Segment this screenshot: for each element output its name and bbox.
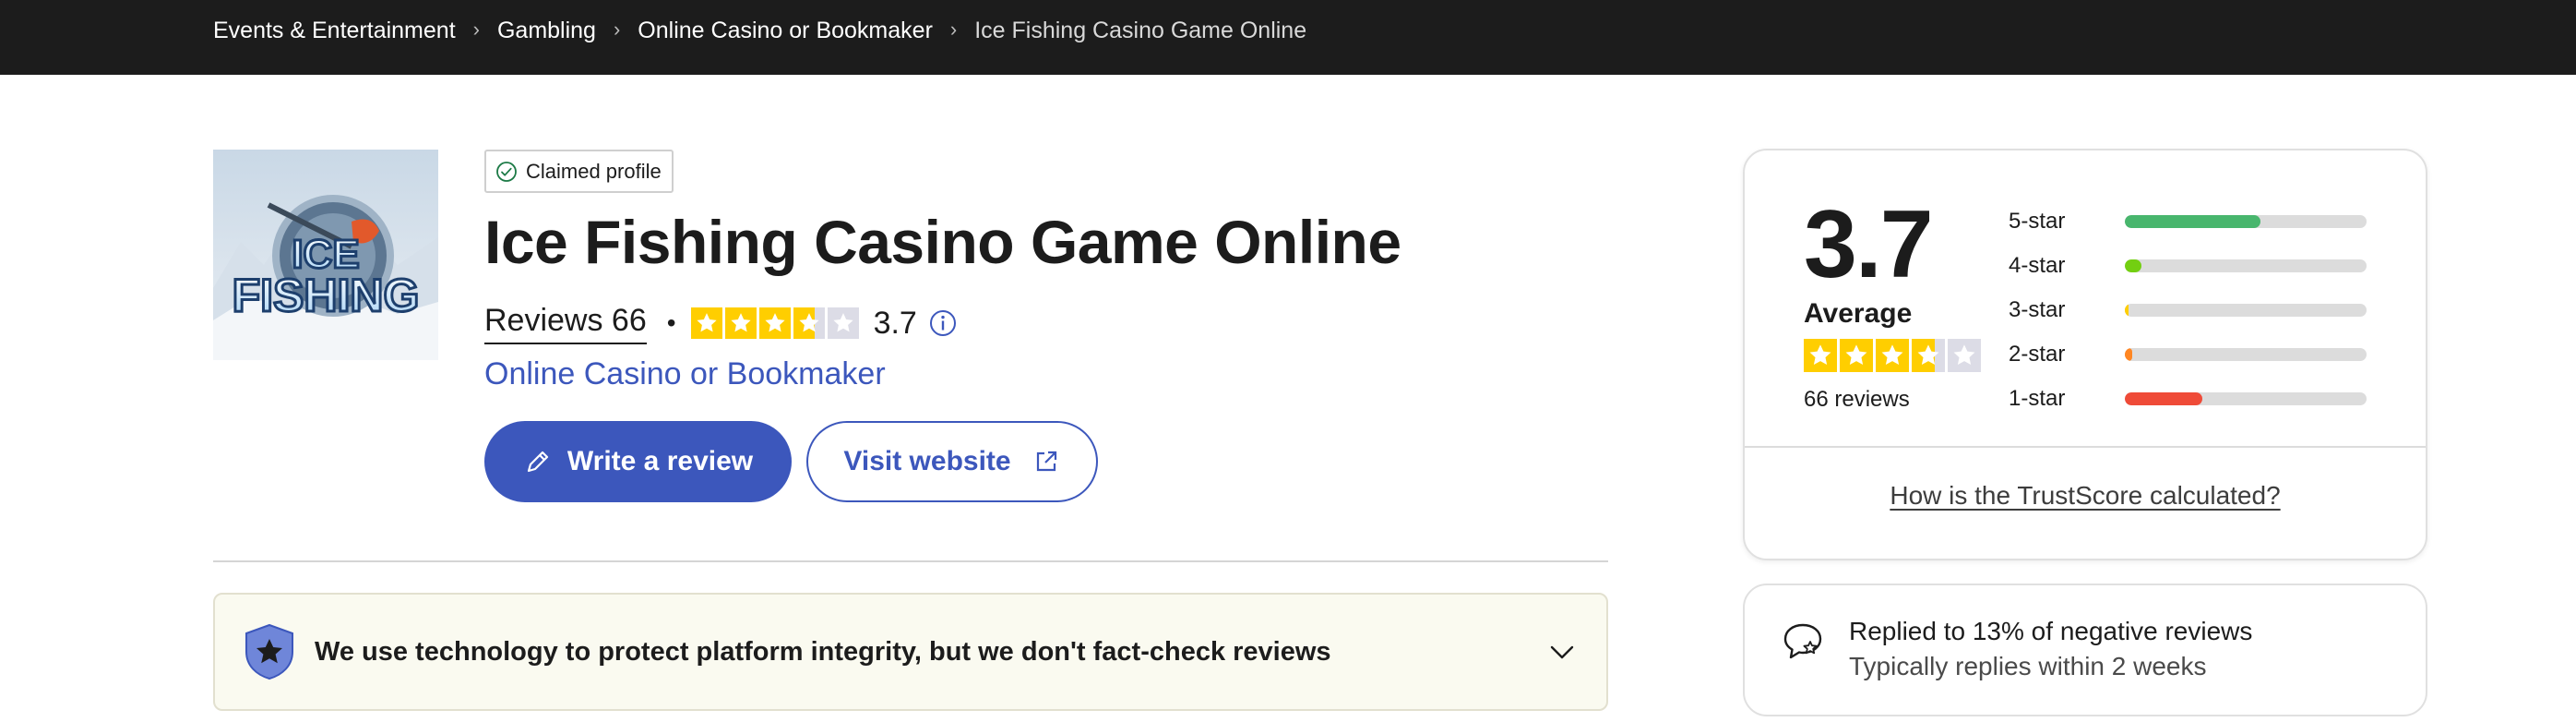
rating-score: 3.7 <box>873 305 917 341</box>
logo-text-fishing: FISHING <box>233 270 420 321</box>
chat-bubble-star-icon <box>1783 623 1822 659</box>
visit-website-label: Visit website <box>843 446 1011 476</box>
distribution-row-4-star[interactable]: 4-star <box>2009 252 2396 280</box>
distribution-label: 2-star <box>2009 342 2066 367</box>
pencil-icon <box>527 451 548 473</box>
claimed-profile-label: Claimed profile <box>526 159 662 183</box>
chevron-right-icon: › <box>949 18 958 41</box>
distribution-bar-track <box>2125 304 2367 317</box>
top-bar: Events & Entertainment › Gambling › Onli… <box>0 0 2576 75</box>
breadcrumb-item-current: Ice Fishing Casino Game Online <box>974 17 1307 43</box>
rating-summary: Reviews 66 • 3.7 <box>484 295 958 351</box>
star-icon <box>690 307 722 339</box>
distribution-label: 4-star <box>2009 253 2066 278</box>
external-link-icon <box>1036 451 1056 472</box>
check-circle-icon <box>496 161 517 182</box>
distribution-bar-track <box>2125 392 2367 405</box>
star-icon <box>793 307 825 339</box>
chevron-down-icon[interactable] <box>1548 638 1576 666</box>
info-icon[interactable] <box>928 308 958 338</box>
star-icon <box>1876 339 1909 372</box>
distribution-bar-fill <box>2125 348 2132 361</box>
reviews-count-link[interactable]: Reviews 66 <box>484 303 647 344</box>
trustscore-value: 3.7 <box>1804 191 1934 298</box>
reply-time-text: Typically replies within 2 weeks <box>1849 652 2207 680</box>
section-divider <box>213 560 1608 562</box>
trustscore-info-link[interactable]: How is the TrustScore calculated? <box>1745 481 2426 511</box>
breadcrumb: Events & Entertainment › Gambling › Onli… <box>213 0 1306 61</box>
star-icon <box>1912 339 1945 372</box>
trustscore-stars <box>1804 339 1981 372</box>
star-icon <box>758 307 791 339</box>
distribution-label: 3-star <box>2009 297 2066 322</box>
claimed-profile-badge[interactable]: Claimed profile <box>484 150 674 193</box>
company-logo: ICE FISHING <box>213 150 438 360</box>
distribution-bar-track <box>2125 215 2367 228</box>
distribution-row-2-star[interactable]: 2-star <box>2009 341 2396 368</box>
distribution-bar-fill <box>2125 215 2260 228</box>
trustscore-label: Average <box>1804 298 1913 329</box>
distribution-label: 1-star <box>2009 386 2066 411</box>
reply-rate-text: Replied to 13% of negative reviews <box>1849 617 2253 645</box>
breadcrumb-item-events[interactable]: Events & Entertainment <box>213 18 456 44</box>
distribution-bar-track <box>2125 348 2367 361</box>
chevron-right-icon: › <box>472 18 480 41</box>
breadcrumb-item-gambling[interactable]: Gambling <box>497 18 596 44</box>
distribution-bar-fill <box>2125 259 2142 272</box>
distribution-row-5-star[interactable]: 5-star <box>2009 208 2396 235</box>
integrity-notice-text: We use technology to protect platform in… <box>315 636 1331 667</box>
trustscore-card: 3.7 Average 66 reviews 5-star 4-star 3-s… <box>1743 149 2427 560</box>
star-icon <box>1840 339 1873 372</box>
shield-star-icon <box>245 623 293 680</box>
distribution-row-3-star[interactable]: 3-star <box>2009 296 2396 324</box>
star-icon <box>1948 339 1981 372</box>
visit-website-button[interactable]: Visit website <box>806 421 1098 502</box>
company-name: Ice Fishing Casino Game Online <box>484 208 1401 276</box>
distribution-row-1-star[interactable]: 1-star <box>2009 385 2396 413</box>
chevron-right-icon: › <box>613 18 621 41</box>
distribution-bar-fill <box>2125 392 2202 405</box>
distribution-bar-track <box>2125 259 2367 272</box>
star-icon <box>1804 339 1837 372</box>
write-review-button[interactable]: Write a review <box>484 421 792 502</box>
trustscore-review-count: 66 reviews <box>1804 387 1910 412</box>
distribution-label: 5-star <box>2009 209 2066 234</box>
star-rating <box>690 307 859 339</box>
card-divider <box>1745 446 2426 448</box>
category-link[interactable]: Online Casino or Bookmaker <box>484 356 886 392</box>
write-review-label: Write a review <box>566 446 754 476</box>
distribution-bar-fill <box>2125 304 2129 317</box>
star-icon <box>724 307 757 339</box>
separator-dot: • <box>666 308 676 337</box>
integrity-notice[interactable]: We use technology to protect platform in… <box>213 593 1608 711</box>
reply-info-card: Replied to 13% of negative reviews Typic… <box>1743 584 2427 716</box>
star-icon <box>827 307 859 339</box>
breadcrumb-item-category[interactable]: Online Casino or Bookmaker <box>638 18 933 44</box>
